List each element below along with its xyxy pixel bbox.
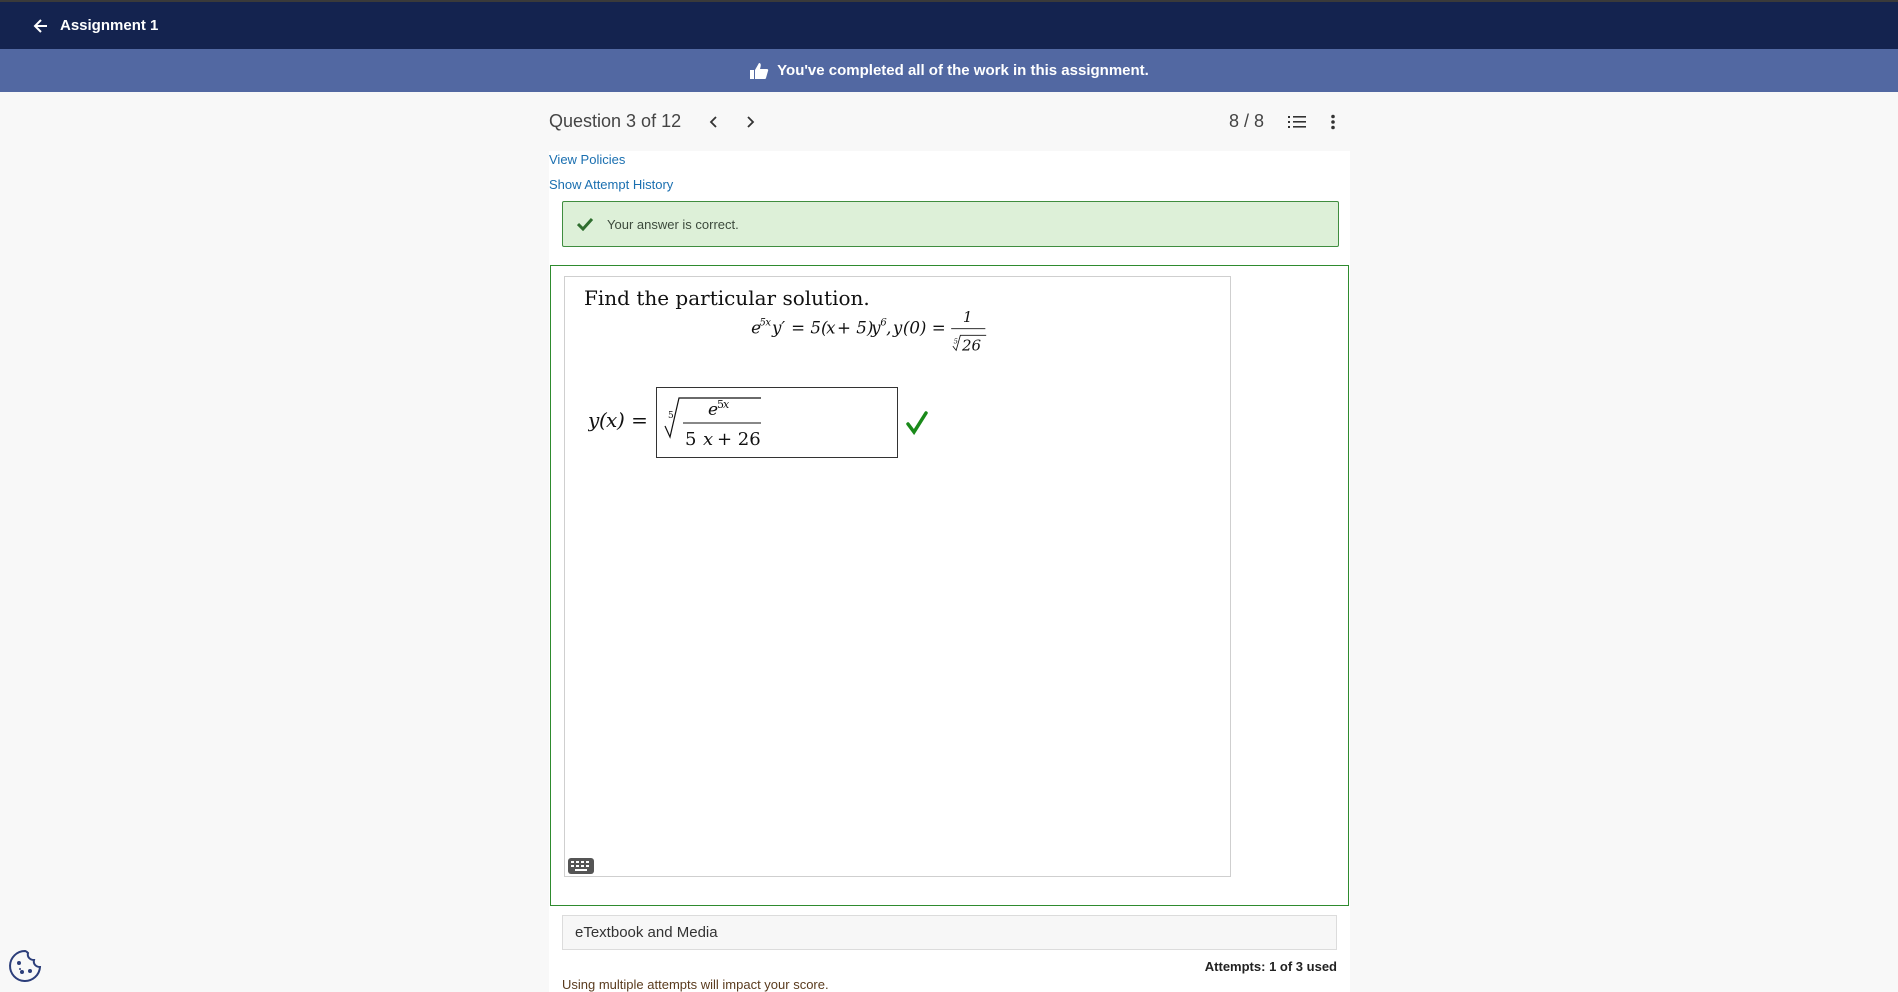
thumbs-up-icon [750,62,769,79]
chevron-right-icon [747,115,755,128]
answer-expression: 5 e 5 x 5 x + 26 [664,397,761,450]
etextbook-media-panel[interactable]: eTextbook and Media [562,915,1337,950]
svg-text:1: 1 [963,308,973,326]
svg-text:,: , [886,319,891,338]
show-attempt-history-link[interactable]: Show Attempt History [549,177,673,192]
previous-question-button[interactable] [709,115,719,129]
svg-text:x: x [703,429,713,450]
next-question-button[interactable] [745,115,755,129]
svg-text:(0) =: (0) = [903,319,946,338]
svg-text:5: 5 [668,411,674,421]
svg-text:5: 5 [954,338,958,346]
back-label: Assignment 1 [60,17,159,34]
banner-text: You've completed all of the work in this… [777,62,1149,79]
keyboard-icon [568,858,594,874]
question-content: Find the particular solution. e 5 x y′ =… [564,276,1231,877]
svg-text:= 5(: = 5( [791,319,828,338]
cookie-settings-button[interactable] [8,949,42,988]
svg-text:+ 26: + 26 [717,429,761,450]
etextbook-label: eTextbook and Media [575,924,718,941]
svg-text:+ 5): + 5) [837,319,873,338]
svg-text:y′: y′ [771,319,785,338]
more-vertical-icon [1331,114,1335,129]
svg-text:26: 26 [961,336,982,354]
math-keyboard-button[interactable] [568,857,594,879]
answer-input[interactable]: 5 e 5 x 5 x + 26 [656,387,898,458]
answer-feedback: Your answer is correct. [562,201,1339,247]
attempts-impact-note: Using multiple attempts will impact your… [562,977,829,992]
question-list-button[interactable] [1288,114,1306,130]
attempts-label: Attempts: [1204,959,1266,974]
svg-text:x: x [826,319,836,338]
question-header: Question 3 of 12 8 / 8 [549,92,1350,151]
top-bar: Assignment 1 [0,0,1898,49]
question-score: 8 / 8 [1228,111,1264,131]
svg-text:x: x [723,398,730,411]
svg-text:5: 5 [685,429,696,450]
chevron-left-icon [709,115,717,128]
answer-correct-check-icon [906,411,928,435]
given-equation: e 5 x y′ = 5( x + 5) y 6 , y (0) = 1 5 2… [751,308,987,354]
attempts-counter: Attempts: 1 of 3 used [1205,959,1337,974]
answer-label: y ( x ) = [587,407,650,442]
view-policies-link[interactable]: View Policies [549,152,625,167]
answer-lhs: y ( x ) = [587,408,648,432]
check-icon [577,217,593,231]
feedback-text: Your answer is correct. [607,216,739,232]
list-icon [1288,115,1306,128]
question-panel: Find the particular solution. e 5 x y′ =… [550,265,1349,906]
svg-text:) =: ) = [616,408,648,432]
svg-text:x: x [606,408,617,432]
svg-text:x: x [765,317,771,328]
svg-text:y: y [892,319,903,338]
attempts-value: 1 of 3 used [1269,959,1337,974]
back-to-assignment-button[interactable]: Assignment 1 [32,17,158,34]
more-options-button[interactable] [1330,114,1336,130]
completion-banner: You've completed all of the work in this… [0,49,1898,92]
question-tools: 8 / 8 [1229,111,1336,132]
back-arrow-icon [33,18,47,33]
question-title: Question 3 of 12 [549,111,682,131]
cookie-icon [9,949,42,982]
